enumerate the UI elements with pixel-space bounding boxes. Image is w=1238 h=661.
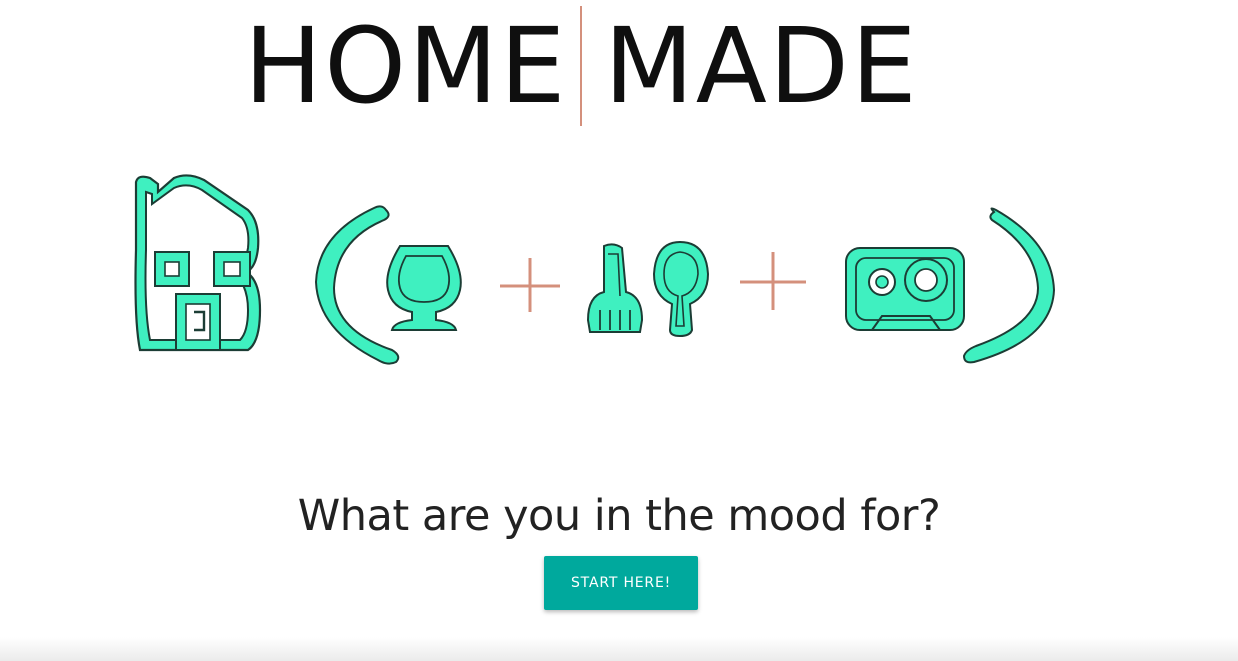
wine-glass-icon [386, 245, 462, 331]
spoon-icon [652, 240, 710, 338]
start-here-button[interactable]: START HERE! [544, 556, 698, 610]
landing-page: HOME MADE What are you in the mood for? … [0, 0, 1238, 661]
logo-word-home: HOME [244, 5, 568, 127]
logo-divider [580, 6, 582, 126]
logo-word-made: MADE [604, 5, 919, 127]
home-equation-illustration [134, 174, 1056, 365]
footer-edge [0, 637, 1238, 661]
plus-icon [740, 252, 806, 310]
fork-icon [586, 243, 644, 333]
mood-prompt-heading: What are you in the mood for? [297, 491, 941, 541]
house-icon [134, 174, 262, 352]
close-paren-icon [962, 207, 1056, 364]
cassette-tape-icon [845, 247, 965, 331]
plus-icon [500, 258, 560, 312]
logo: HOME MADE [0, 4, 1238, 130]
open-paren-icon [314, 205, 400, 365]
